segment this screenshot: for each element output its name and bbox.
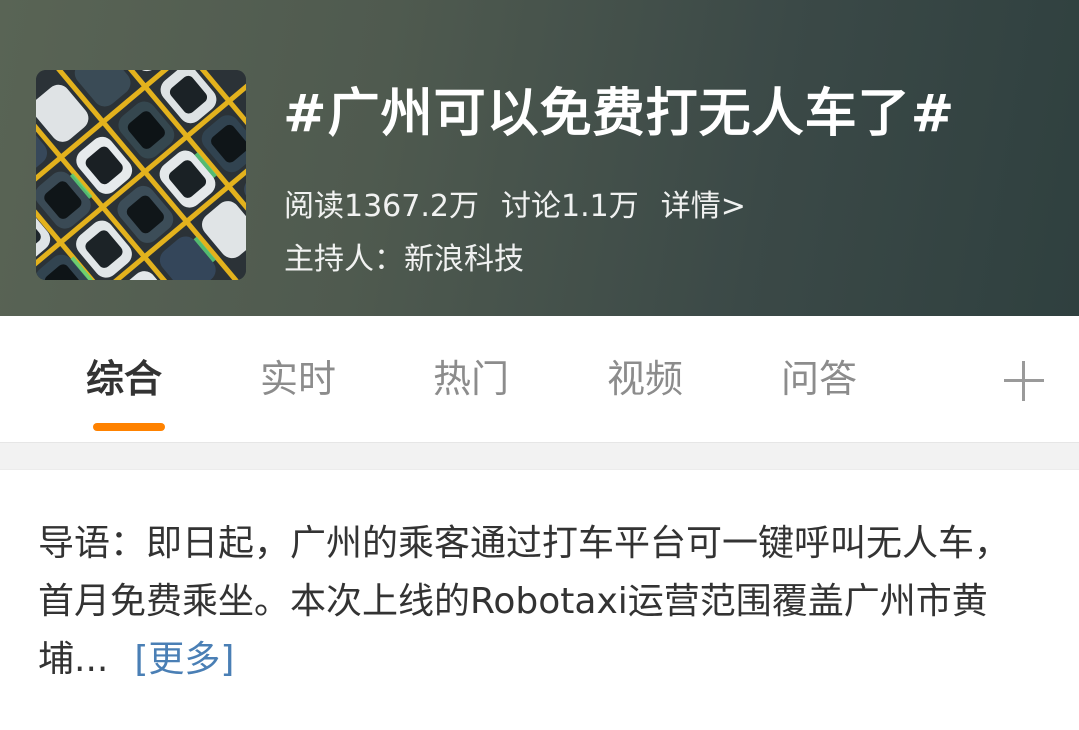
tab-comprehensive[interactable]: 综合 (86, 356, 162, 402)
topic-host: 主持人：新浪科技 (284, 242, 524, 277)
topic-title: #广州可以免费打无人车了# (283, 84, 956, 144)
tab-hot[interactable]: 热门 (433, 356, 509, 402)
active-tab-indicator (93, 423, 165, 431)
section-divider (0, 442, 1079, 470)
topic-header: #广州可以免费打无人车了# 阅读1367.2万 讨论1.1万 详情> 主持人：新浪科… (0, 0, 1079, 316)
topic-cover-image[interactable] (36, 70, 246, 280)
topic-intro: 导语：即日起，广州的乘客通过打车平台可一键呼叫无人车，首月免费乘坐。本次上线的R… (38, 515, 1043, 689)
topic-stats: 阅读1367.2万 讨论1.1万 详情> (284, 188, 768, 226)
tab-realtime[interactable]: 实时 (260, 356, 336, 402)
discuss-count: 讨论1.1万 (500, 189, 639, 224)
more-link[interactable]: [更多] (134, 639, 234, 680)
plus-icon[interactable] (1004, 361, 1044, 401)
topic-page: #广州可以免费打无人车了# 阅读1367.2万 讨论1.1万 详情> 主持人：新浪科… (0, 0, 1079, 730)
tab-qa[interactable]: 问答 (781, 356, 857, 402)
topic-tabs: 综合 实时 热门 视频 问答 (0, 316, 1079, 442)
cars-parking-illustration (36, 70, 246, 280)
tab-video[interactable]: 视频 (607, 356, 683, 402)
details-link[interactable]: 详情> (661, 189, 746, 224)
read-count: 阅读1367.2万 (284, 189, 479, 224)
